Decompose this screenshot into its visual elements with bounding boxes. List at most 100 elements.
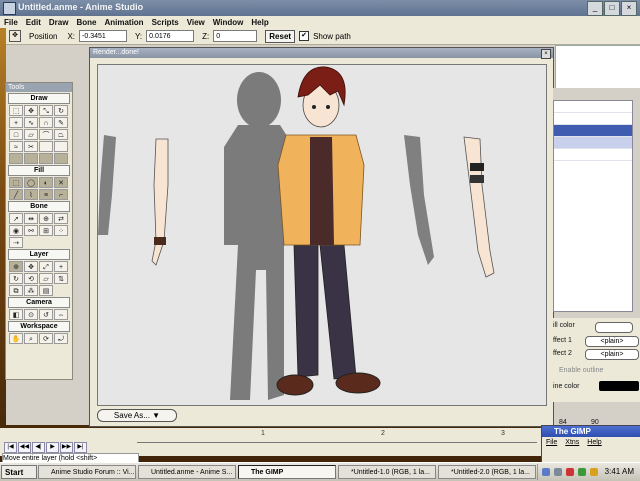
step-back-button[interactable]: ◀◀ xyxy=(18,442,31,453)
effect1-dropdown[interactable]: <plain> xyxy=(585,336,639,347)
security-icon[interactable] xyxy=(566,468,574,476)
pan-tilt-camera-tool-icon[interactable]: ⇔ xyxy=(54,309,68,320)
freehand-tool-icon[interactable]: ✎ xyxy=(54,117,68,128)
list-item[interactable] xyxy=(554,101,632,113)
bone-strength-tool-icon[interactable]: ◉ xyxy=(9,225,23,236)
zoom-camera-tool-icon[interactable]: ⊙ xyxy=(24,309,38,320)
reparent-bone-tool-icon[interactable]: ⇄ xyxy=(54,213,68,224)
translate-bone-tool-icon[interactable]: ⇹ xyxy=(24,213,38,224)
add-layer-tool-icon[interactable]: + xyxy=(54,261,68,272)
task-untitled-2[interactable]: *Untitled-2.0 (RGB, 1 la... xyxy=(438,465,536,479)
z-order-tool-icon[interactable]: ▤ xyxy=(39,285,53,296)
update-icon[interactable] xyxy=(578,468,586,476)
noise-tool-icon[interactable]: ≈ xyxy=(9,141,23,152)
hide-edge-tool-icon[interactable]: ⌇ xyxy=(24,189,38,200)
translate-layer-tool-icon[interactable]: ✥ xyxy=(24,261,38,272)
translate-points-tool-icon[interactable]: ✥ xyxy=(24,105,38,116)
switch-layer-tool-icon[interactable]: ⧉ xyxy=(9,285,23,296)
effect2-dropdown[interactable]: <plain> xyxy=(585,349,639,360)
task-anime-studio[interactable]: Untitled.anme - Anime S... xyxy=(138,465,236,479)
menu-bone[interactable]: Bone xyxy=(72,18,100,27)
menu-animation[interactable]: Animation xyxy=(100,18,147,27)
gimp-menu-xtns[interactable]: Xtns xyxy=(565,439,579,446)
save-as-dropdown[interactable]: Save As... ▼ xyxy=(97,409,177,422)
line-width-tool-icon[interactable]: ╱ xyxy=(9,189,23,200)
end-button[interactable]: ▶| xyxy=(74,442,87,453)
network-icon[interactable] xyxy=(542,468,550,476)
bind-points-tool-icon[interactable]: ⁘ xyxy=(54,225,68,236)
tray-app-icon[interactable] xyxy=(590,468,598,476)
x-input[interactable] xyxy=(79,30,128,42)
volume-icon[interactable] xyxy=(554,468,562,476)
bind-layer-tool-icon[interactable]: ⊞ xyxy=(39,225,53,236)
rewind-button[interactable]: |◀ xyxy=(4,442,17,453)
close-button[interactable]: × xyxy=(621,1,637,16)
zoom-magnifier-icon[interactable]: ⌕ xyxy=(24,333,38,344)
list-item[interactable] xyxy=(554,149,632,161)
step-forward-button[interactable]: ▶▶ xyxy=(60,442,73,453)
delete-edge-tool-icon[interactable]: ✂ xyxy=(24,141,38,152)
list-item-selected[interactable] xyxy=(554,125,632,137)
gimp-menu-help[interactable]: Help xyxy=(587,439,601,446)
show-path-checkbox[interactable]: ✔ xyxy=(299,31,310,41)
fill-color-swatch[interactable] xyxy=(595,322,633,333)
rotate-points-tool-icon[interactable]: ↻ xyxy=(54,105,68,116)
select-bone-tool-icon[interactable]: ➚ xyxy=(9,213,23,224)
play-button[interactable]: ▶ xyxy=(46,442,59,453)
add-bone-tool-icon[interactable]: ⊕ xyxy=(39,213,53,224)
list-item[interactable] xyxy=(554,113,632,125)
shear-tool-icon[interactable]: ▱ xyxy=(24,129,38,140)
render-close-button[interactable]: × xyxy=(541,49,551,59)
task-anime-forum[interactable]: Anime Studio Forum :: Vi... xyxy=(38,465,136,479)
scale-points-tool-icon[interactable]: ⤡ xyxy=(39,105,53,116)
stroke-exposure-tool-icon[interactable]: ≡ xyxy=(39,189,53,200)
rotate-workspace-icon[interactable]: ⟳ xyxy=(39,333,53,344)
roll-camera-tool-icon[interactable]: ↺ xyxy=(39,309,53,320)
enable-outline-checkbox[interactable]: Enable outline xyxy=(559,367,603,374)
list-item[interactable] xyxy=(554,137,632,149)
magnet-tool-icon[interactable]: ∩ xyxy=(39,117,53,128)
create-shape-tool-icon[interactable]: ◯ xyxy=(24,177,38,188)
z-input[interactable] xyxy=(213,30,258,42)
add-point-tool-icon[interactable]: + xyxy=(9,117,23,128)
menu-file[interactable]: File xyxy=(0,18,22,27)
menu-draw[interactable]: Draw xyxy=(45,18,73,27)
select-shape-tool-icon[interactable]: ⬚ xyxy=(9,177,23,188)
perspective-tool-icon[interactable]: ⏢ xyxy=(54,129,68,140)
paint-bucket-tool-icon[interactable]: ◐ xyxy=(39,177,53,188)
menu-edit[interactable]: Edit xyxy=(22,18,45,27)
menu-window[interactable]: Window xyxy=(209,18,248,27)
shear-layer-tool-icon[interactable]: ▱ xyxy=(39,273,53,284)
task-gimp[interactable]: The GIMP xyxy=(238,465,336,479)
start-button[interactable]: Start xyxy=(1,465,37,479)
rotate-layer-tool-icon[interactable]: ↻ xyxy=(9,273,23,284)
reset-button[interactable]: Reset xyxy=(265,29,296,43)
pan-hand-icon[interactable]: ✋ xyxy=(9,333,23,344)
offset-bone-tool-icon[interactable]: ⇢ xyxy=(9,237,23,248)
menu-view[interactable]: View xyxy=(183,18,209,27)
flip-layer-tool-icon[interactable]: ⇅ xyxy=(54,273,68,284)
task-untitled-1[interactable]: *Untitled-1.0 (RGB, 1 la... xyxy=(338,465,436,479)
minimize-button[interactable]: _ xyxy=(587,1,603,16)
y-input[interactable] xyxy=(146,30,195,42)
back-frame-button[interactable]: ◀| xyxy=(32,442,45,453)
bend-tool-icon[interactable]: ⌒ xyxy=(39,129,53,140)
set-origin-tool-icon[interactable]: ⊕ xyxy=(9,261,23,272)
track-camera-tool-icon[interactable]: ◧ xyxy=(9,309,23,320)
menu-scripts[interactable]: Scripts xyxy=(148,18,183,27)
select-points-tool-icon[interactable]: ⬚ xyxy=(9,105,23,116)
curvature-tool-icon[interactable]: ∿ xyxy=(24,117,38,128)
particle-layer-tool-icon[interactable]: ⁂ xyxy=(24,285,38,296)
draw-shape-tool-icon[interactable]: □ xyxy=(9,129,23,140)
maximize-button[interactable]: □ xyxy=(604,1,620,16)
scale-layer-tool-icon[interactable]: ⤢ xyxy=(39,261,53,272)
timeline-ruler[interactable]: 1 2 3 xyxy=(137,430,537,443)
line-color-swatch[interactable] xyxy=(599,381,639,391)
manipulate-bones-tool-icon[interactable]: ⚯ xyxy=(24,225,38,236)
rotate-xy-tool-icon[interactable]: ⟲ xyxy=(24,273,38,284)
gimp-menu-file[interactable]: File xyxy=(546,439,557,446)
eyedropper-tool-icon[interactable]: ⌐ xyxy=(54,189,68,200)
orbit-workspace-icon[interactable]: ⤾ xyxy=(54,333,68,344)
menu-help[interactable]: Help xyxy=(247,18,272,27)
delete-shape-tool-icon[interactable]: ✕ xyxy=(54,177,68,188)
